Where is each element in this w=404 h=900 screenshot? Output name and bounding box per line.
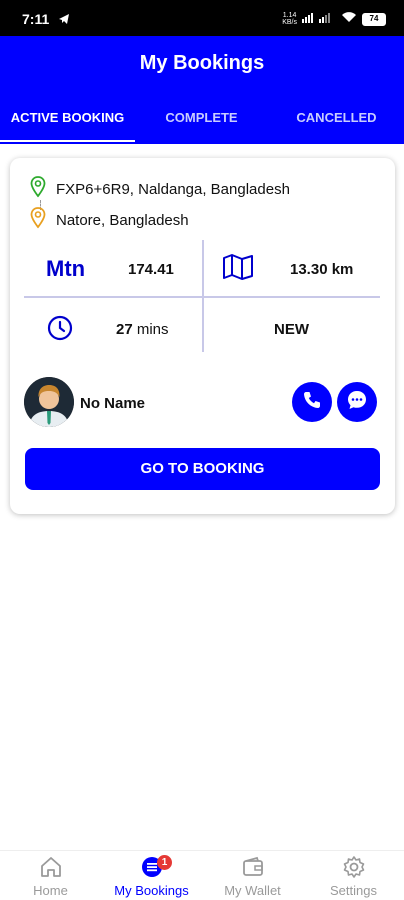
map-icon [222,254,254,285]
clock-icon [47,315,73,346]
tab-complete[interactable]: COMPLETE [134,92,269,144]
pickup-address: FXP6+6R9, Naldanga, Bangladesh [56,180,290,198]
dropoff-address: Natore, Bangladesh [56,211,189,229]
tab-indicator [0,140,135,142]
grid-divider-horizontal [24,296,380,298]
status-badge: NEW [274,321,309,338]
booking-card[interactable]: FXP6+6R9, Naldanga, Bangladesh Natore, B… [10,158,395,514]
signal-icon [302,10,336,28]
nav-home[interactable]: Home [0,855,101,898]
call-button[interactable] [292,382,332,422]
bookings-icon: 1 [101,855,202,879]
duration-value: 27 mins [116,321,169,338]
notification-badge: 1 [157,855,172,870]
tab-cancelled[interactable]: CANCELLED [269,92,404,144]
app-bar: My Bookings [0,36,404,92]
go-to-booking-button[interactable]: GO TO BOOKING [25,448,380,490]
nav-settings[interactable]: Settings [303,855,404,898]
tab-active-booking[interactable]: ACTIVE BOOKING [0,92,135,144]
fare-value: 174.41 [128,261,174,278]
dropoff-row: Natore, Bangladesh [30,207,189,233]
tab-bar: ACTIVE BOOKING COMPLETE CANCELLED [0,92,404,144]
bottom-nav: Home 1 My Bookings My Wallet Settings [0,850,404,900]
pickup-row: FXP6+6R9, Naldanga, Bangladesh [30,176,290,202]
chat-button[interactable] [337,382,377,422]
wifi-icon [341,10,357,28]
network-speed: 1.14 KB/s [282,12,297,26]
avatar [24,377,74,427]
page-title: My Bookings [139,52,265,74]
chat-icon [346,389,368,416]
phone-icon [302,390,322,415]
status-time: 7:11 [22,11,50,27]
wallet-icon [202,855,303,879]
settings-icon [303,855,404,879]
battery-icon: 74 [362,12,386,26]
nav-my-wallet[interactable]: My Wallet [202,855,303,898]
dropoff-pin-icon [30,207,46,233]
rider-name: No Name [80,395,146,412]
home-icon [0,855,101,879]
currency-label: Mtn [46,256,86,281]
distance-value: 13.30 km [290,261,354,278]
nav-my-bookings[interactable]: 1 My Bookings [101,855,202,898]
telegram-icon [58,12,70,30]
pickup-pin-icon [30,176,46,202]
status-bar: 7:11 1.14 KB/s 74 [0,0,404,36]
